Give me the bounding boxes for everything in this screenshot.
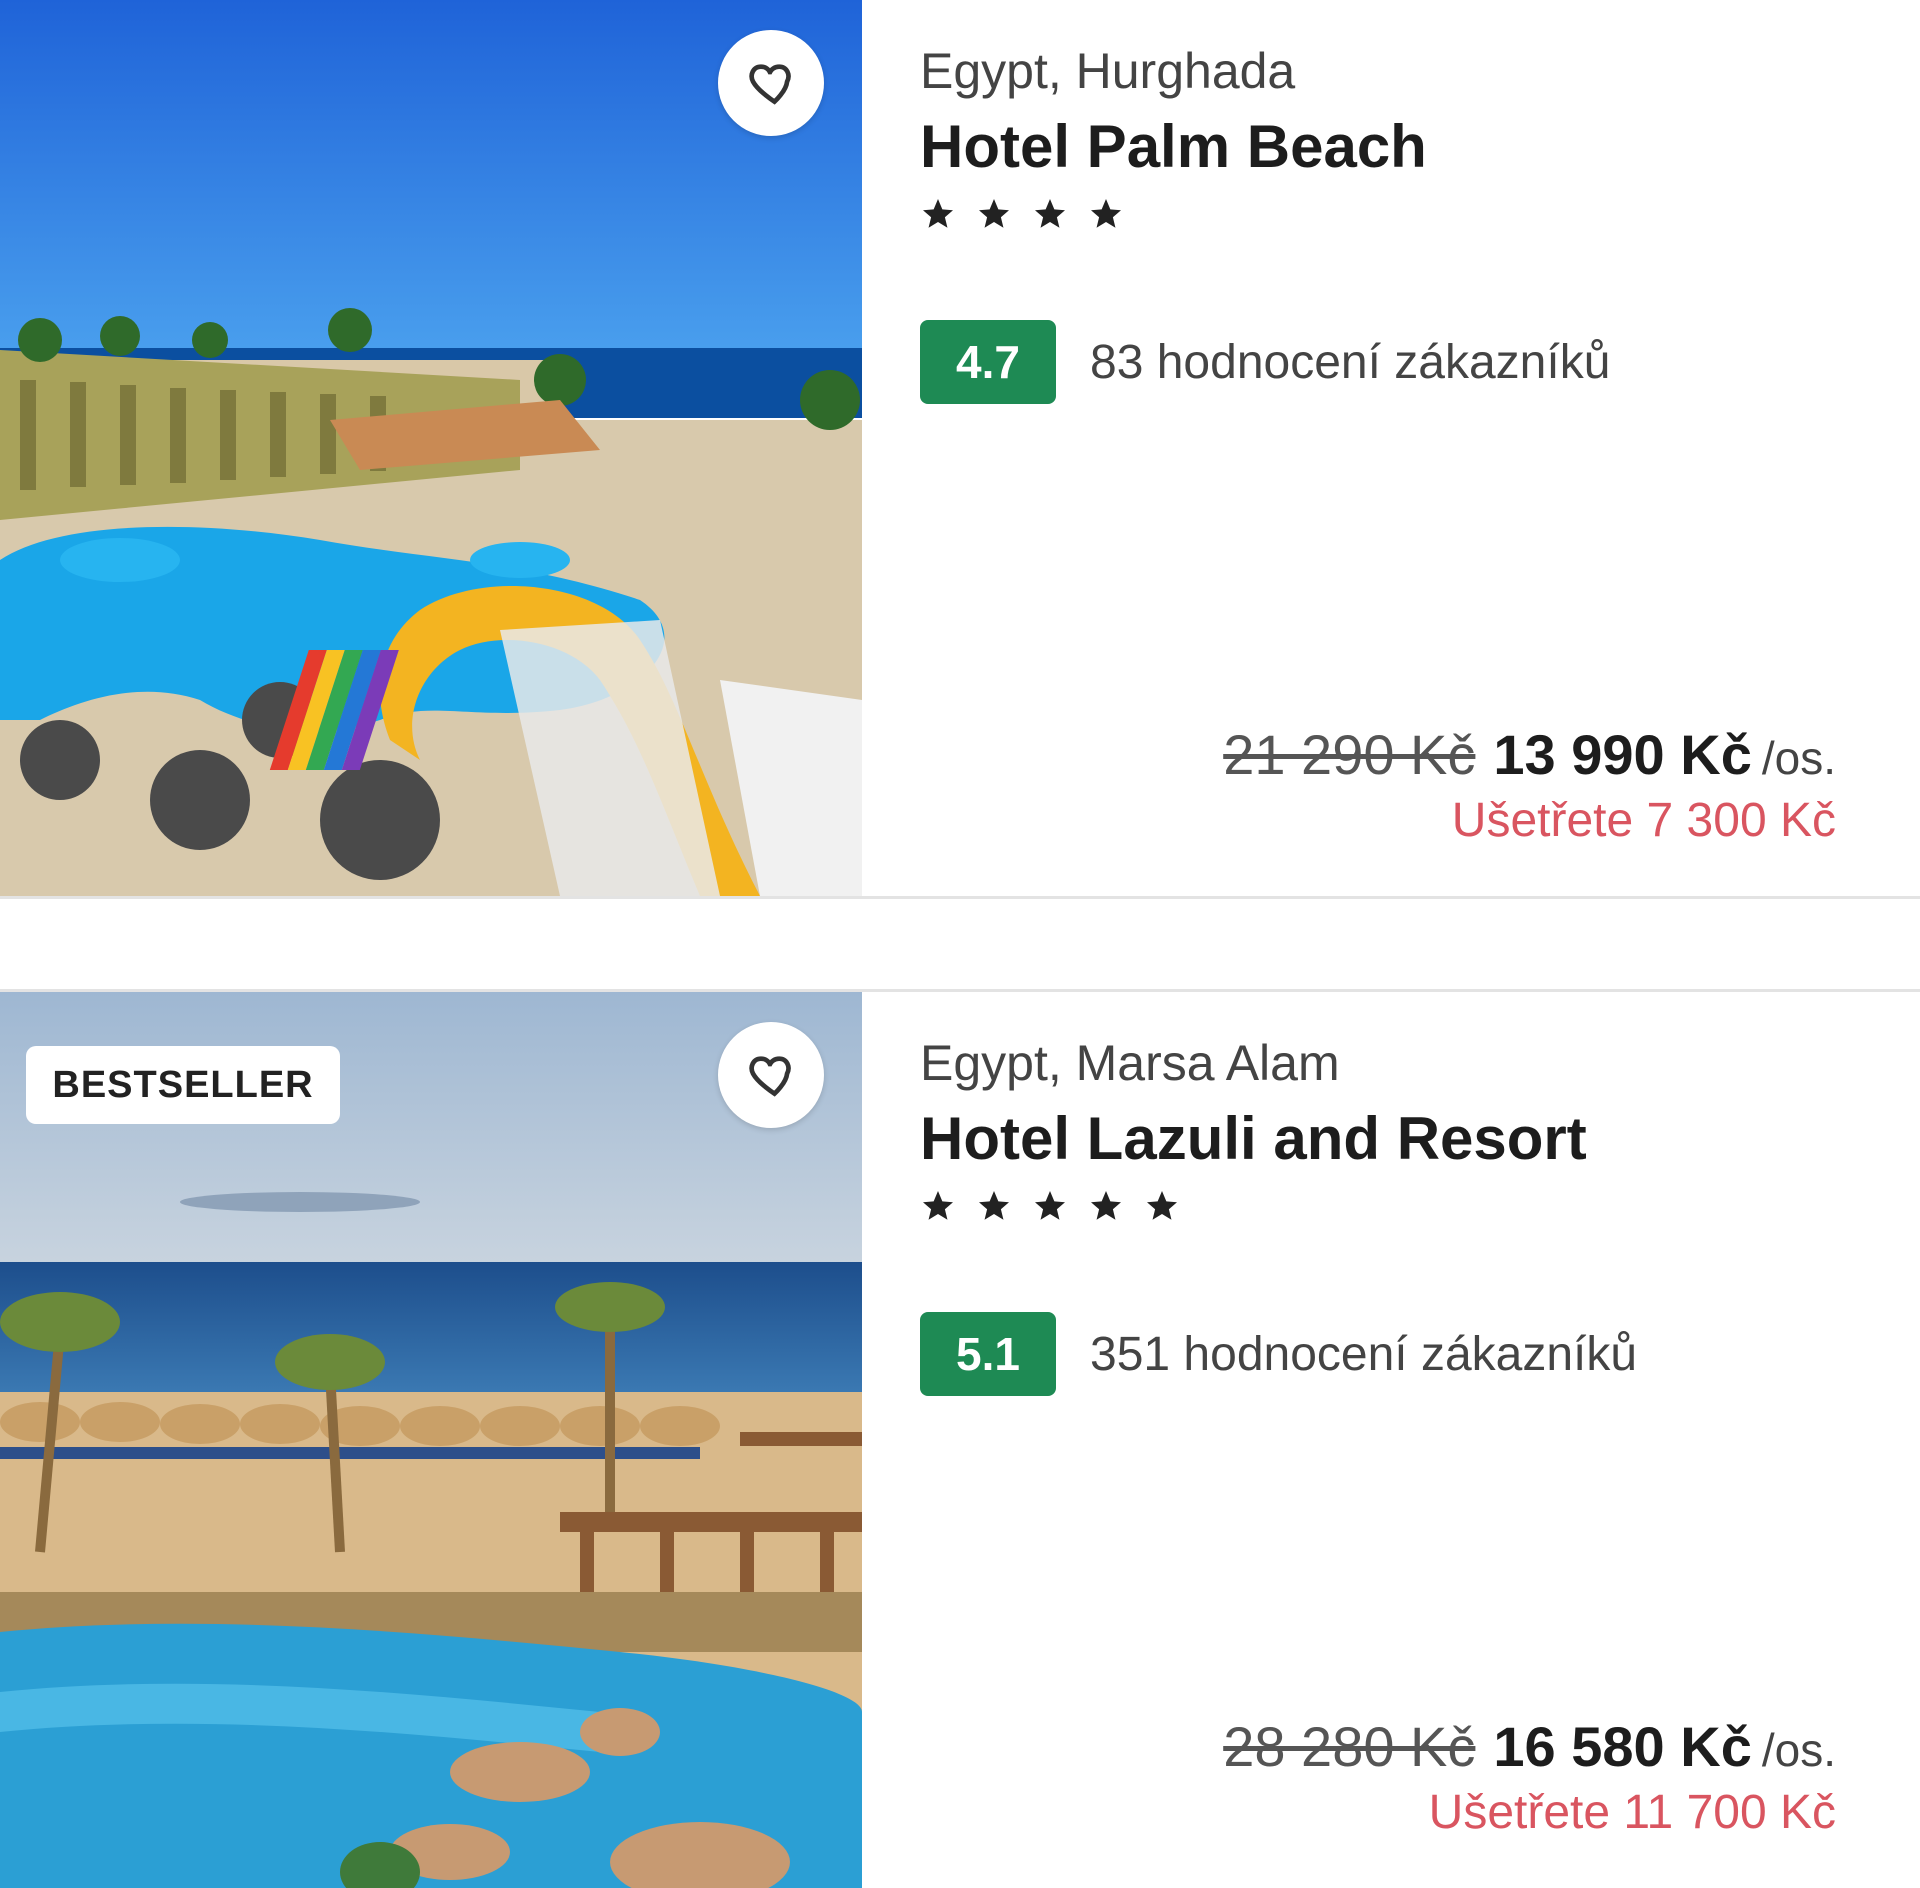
favorite-button[interactable] (718, 1022, 824, 1128)
rating-badge: 5.1 (920, 1312, 1056, 1396)
price-unit: /os. (1761, 732, 1836, 784)
star-icon (979, 1191, 1009, 1220)
hotel-card[interactable]: BESTSELLER Egypt, Marsa Alam Hotel Lazul… (0, 992, 1920, 1888)
price-block: 28 280 Kč 16 580 Kč/os. Ušetřete 11 700 K… (1223, 1714, 1836, 1840)
heart-icon (749, 1056, 791, 1097)
star-icon (923, 1191, 953, 1220)
hotel-stars (920, 196, 1124, 232)
hotel-info: Egypt, Marsa Alam Hotel Lazuli and Resor… (920, 992, 1880, 1888)
hotel-name[interactable]: Hotel Palm Beach (920, 112, 1427, 181)
rating-row: 4.7 83 hodnocení zákazníků (920, 320, 1610, 404)
price-unit: /os. (1761, 1724, 1836, 1776)
hotel-card[interactable]: Egypt, Hurghada Hotel Palm Beach 4.7 83 … (0, 0, 1920, 896)
hotel-name[interactable]: Hotel Lazuli and Resort (920, 1104, 1587, 1173)
hotel-info: Egypt, Hurghada Hotel Palm Beach 4.7 83 … (920, 0, 1880, 896)
hotel-stars (920, 1188, 1180, 1224)
current-price: 16 580 Kč (1493, 1715, 1752, 1778)
current-price: 13 990 Kč (1493, 723, 1752, 786)
hotel-photo[interactable] (0, 0, 862, 896)
star-icon (1147, 1191, 1177, 1220)
rating-row: 5.1 351 hodnocení zákazníků (920, 1312, 1637, 1396)
card-divider (0, 896, 1920, 992)
review-count[interactable]: 351 hodnocení zákazníků (1090, 1327, 1637, 1382)
savings-text: Ušetřete 11 700 Kč (1428, 1786, 1836, 1839)
star-icon (1035, 199, 1065, 228)
hotel-location: Egypt, Marsa Alam (920, 1035, 1340, 1091)
star-icon (1091, 199, 1121, 228)
price-block: 21 290 Kč 13 990 Kč/os. Ušetřete 7 300 Kč (1223, 722, 1836, 848)
heart-icon (749, 64, 791, 105)
star-icon (979, 199, 1009, 228)
review-count[interactable]: 83 hodnocení zákazníků (1090, 335, 1610, 390)
hotel-photo[interactable] (0, 992, 862, 1888)
savings-text: Ušetřete 7 300 Kč (1451, 794, 1836, 847)
hotel-location: Egypt, Hurghada (920, 43, 1296, 99)
star-icon (1091, 1191, 1121, 1220)
original-price: 21 290 Kč (1223, 723, 1476, 786)
favorite-button[interactable] (718, 30, 824, 136)
bestseller-badge: BESTSELLER (26, 1046, 340, 1124)
original-price: 28 280 Kč (1223, 1715, 1476, 1778)
rating-badge: 4.7 (920, 320, 1056, 404)
star-icon (1035, 1191, 1065, 1220)
star-icon (923, 199, 953, 228)
